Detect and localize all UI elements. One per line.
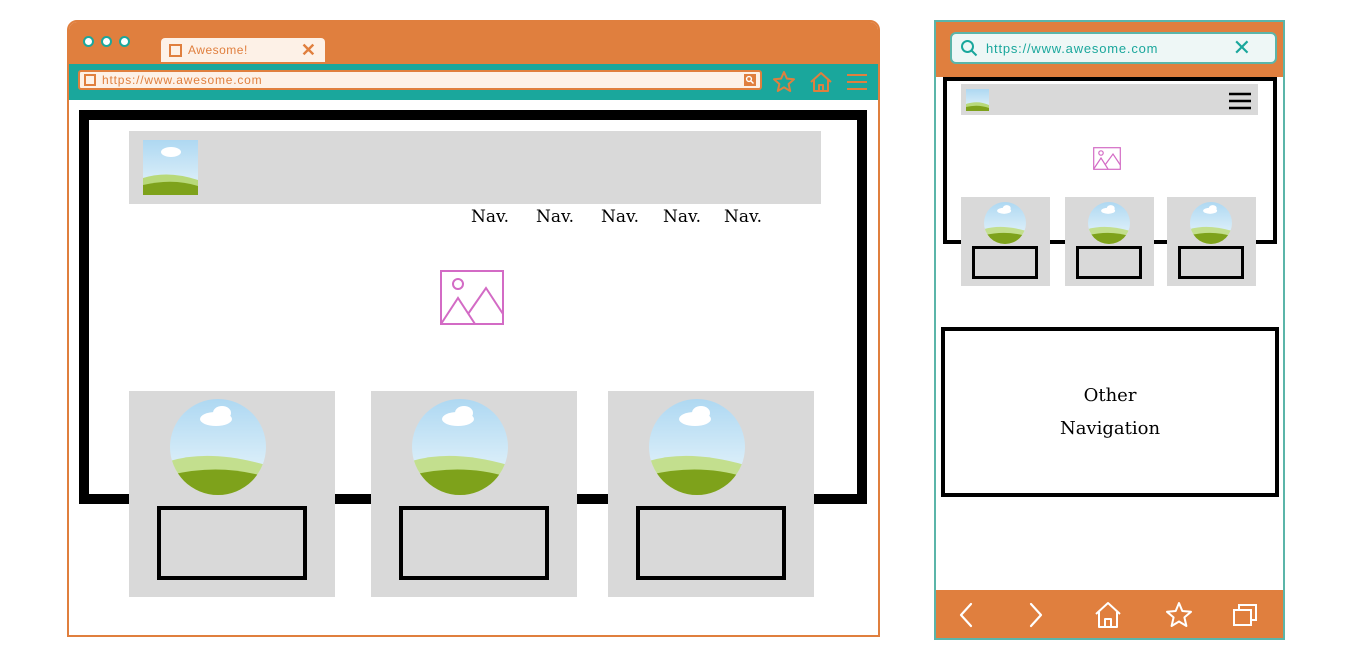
home-icon[interactable] bbox=[809, 70, 833, 94]
mobile-device: https://www.awesome.com ✕ Other Navigati… bbox=[934, 20, 1285, 640]
other-navigation-line1: Other bbox=[1083, 385, 1137, 406]
window-control-dot[interactable] bbox=[119, 36, 130, 47]
nav-link[interactable]: Nav. bbox=[471, 207, 509, 227]
close-icon[interactable]: ✕ bbox=[1233, 37, 1251, 59]
card-text-box bbox=[972, 246, 1038, 279]
nav-link[interactable]: Nav. bbox=[663, 207, 701, 227]
page-icon bbox=[169, 43, 182, 57]
feature-card[interactable] bbox=[961, 197, 1050, 286]
feature-card[interactable] bbox=[129, 391, 335, 597]
other-navigation-line2: Navigation bbox=[1059, 418, 1161, 439]
nav-link[interactable]: Nav. bbox=[724, 207, 762, 227]
mobile-address-bar[interactable]: https://www.awesome.com ✕ bbox=[950, 32, 1277, 64]
desktop-browser-window: Awesome! ✕ https://www.awesome.com Nav. … bbox=[67, 20, 880, 637]
image-placeholder-icon bbox=[1093, 147, 1121, 170]
mobile-bottom-bar bbox=[936, 590, 1283, 638]
tab-title: Awesome! bbox=[188, 43, 248, 57]
star-icon[interactable] bbox=[1165, 601, 1193, 629]
address-url: https://www.awesome.com bbox=[986, 40, 1159, 56]
window-control-dot[interactable] bbox=[83, 36, 94, 47]
address-url: https://www.awesome.com bbox=[102, 73, 263, 87]
browser-toolbar: https://www.awesome.com bbox=[69, 64, 878, 100]
nav-link[interactable]: Nav. bbox=[536, 207, 574, 227]
menu-icon[interactable] bbox=[845, 70, 869, 94]
landscape-image-icon bbox=[984, 202, 1026, 244]
forward-icon[interactable] bbox=[1022, 601, 1050, 629]
search-icon[interactable] bbox=[960, 39, 978, 57]
image-placeholder-icon bbox=[440, 270, 504, 325]
close-icon[interactable]: ✕ bbox=[301, 41, 316, 59]
star-icon[interactable] bbox=[772, 70, 796, 94]
landscape-image-icon bbox=[1088, 202, 1130, 244]
home-icon[interactable] bbox=[1094, 601, 1122, 629]
title-bar: Awesome! ✕ bbox=[69, 22, 878, 64]
landscape-image-icon bbox=[412, 399, 508, 495]
tabs-icon[interactable] bbox=[1231, 601, 1259, 629]
browser-tab[interactable]: Awesome! ✕ bbox=[161, 38, 325, 62]
address-bar[interactable]: https://www.awesome.com bbox=[78, 70, 762, 90]
window-control-dot[interactable] bbox=[101, 36, 112, 47]
logo-image-icon[interactable] bbox=[143, 140, 198, 195]
hamburger-menu-icon[interactable] bbox=[1228, 92, 1252, 110]
other-navigation-panel[interactable]: Other Navigation bbox=[941, 327, 1279, 497]
landscape-image-icon bbox=[1190, 202, 1232, 244]
card-text-box bbox=[636, 506, 786, 580]
nav-link[interactable]: Nav. bbox=[601, 207, 639, 227]
feature-card[interactable] bbox=[1167, 197, 1256, 286]
feature-card[interactable] bbox=[371, 391, 577, 597]
landscape-image-icon bbox=[170, 399, 266, 495]
back-icon[interactable] bbox=[952, 601, 980, 629]
card-text-box bbox=[1178, 246, 1244, 279]
page-icon bbox=[84, 74, 96, 86]
search-icon[interactable] bbox=[744, 74, 756, 86]
mobile-top-bar: https://www.awesome.com ✕ bbox=[936, 22, 1283, 77]
logo-image-icon[interactable] bbox=[966, 89, 989, 111]
landscape-image-icon bbox=[649, 399, 745, 495]
card-text-box bbox=[399, 506, 549, 580]
card-text-box bbox=[1076, 246, 1142, 279]
feature-card[interactable] bbox=[608, 391, 814, 597]
feature-card[interactable] bbox=[1065, 197, 1154, 286]
card-text-box bbox=[157, 506, 307, 580]
site-header bbox=[129, 131, 821, 204]
site-header bbox=[961, 84, 1258, 115]
